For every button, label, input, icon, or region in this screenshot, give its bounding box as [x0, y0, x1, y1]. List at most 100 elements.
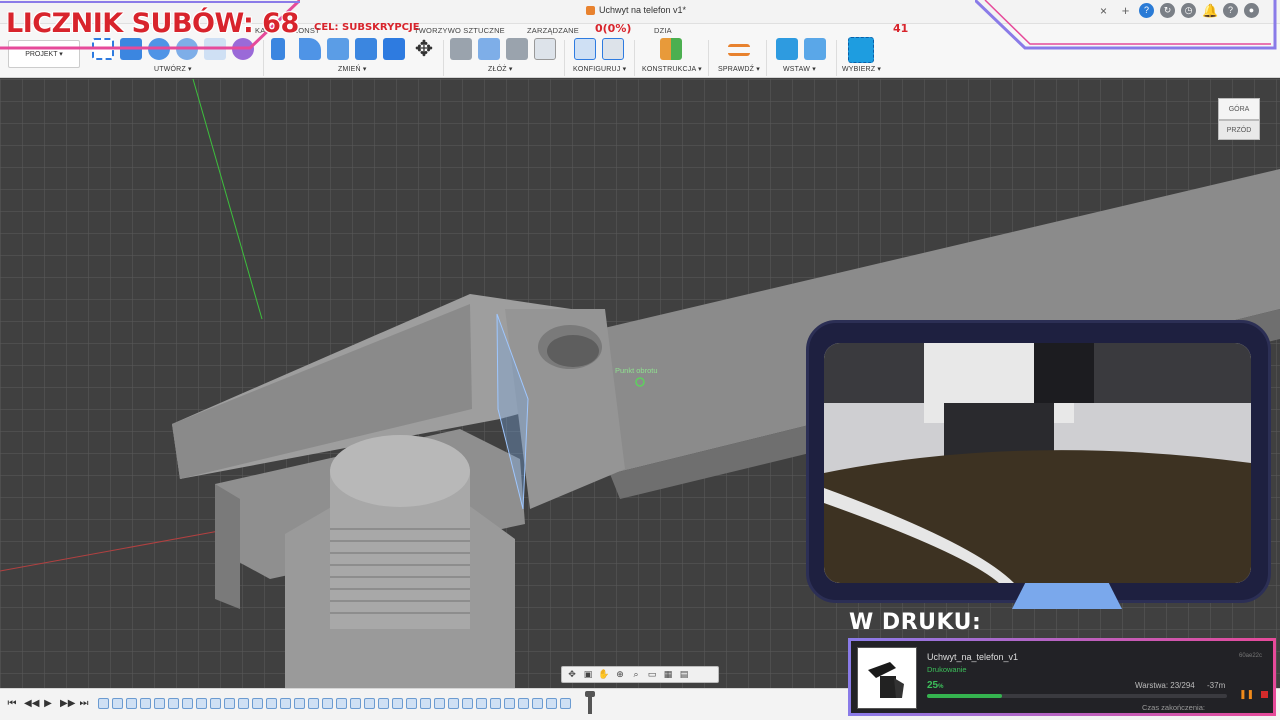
timeline-feature-icon[interactable] — [378, 698, 389, 709]
timeline-feature-icon[interactable] — [546, 698, 557, 709]
measure-icon[interactable] — [728, 44, 750, 56]
stop-print-button[interactable] — [1261, 691, 1268, 698]
timeline-feature-icon[interactable] — [406, 698, 417, 709]
timeline-feature-icon[interactable] — [168, 698, 179, 709]
divider — [766, 40, 767, 76]
timeline-feature-icon[interactable] — [196, 698, 207, 709]
timeline-feature-icon[interactable] — [294, 698, 305, 709]
timeline-feature-icon[interactable] — [266, 698, 277, 709]
timeline-feature-icon[interactable] — [336, 698, 347, 709]
print-remaining-time: -37m — [1207, 681, 1226, 690]
select-icon[interactable] — [848, 37, 874, 63]
display-settings-icon[interactable]: ▭ — [646, 669, 658, 680]
revolve-icon[interactable] — [148, 38, 170, 60]
timeline-feature-icon[interactable] — [224, 698, 235, 709]
timeline-feature-icon[interactable] — [532, 698, 543, 709]
view-cube-top[interactable]: GÓRA — [1218, 98, 1260, 120]
view-cube-front[interactable]: PRZÓD — [1218, 120, 1260, 140]
group-configure-label[interactable]: KONFIGURUJ ▾ — [573, 65, 626, 73]
timeline-feature-icon[interactable] — [322, 698, 333, 709]
timeline-feature-icon[interactable] — [420, 698, 431, 709]
top-right-frame — [975, 0, 1277, 50]
go-to-end-button[interactable]: ⏭ — [78, 698, 90, 709]
timeline-feature-icon[interactable] — [350, 698, 361, 709]
goal-label: CEL: SUBSKRYPCJE — [314, 22, 420, 33]
group-insert-label[interactable]: WSTAW ▾ — [783, 65, 816, 73]
timeline-feature-icon[interactable] — [490, 698, 501, 709]
timeline-feature-icon[interactable] — [154, 698, 165, 709]
project-button[interactable]: PROJEKT ▾ — [8, 40, 80, 68]
print-id: 60ae22c — [1239, 653, 1263, 659]
y-axis-line — [192, 79, 263, 320]
look-at-icon[interactable]: ▣ — [582, 669, 594, 680]
timeline-feature-icon[interactable] — [476, 698, 487, 709]
offset-plane-icon[interactable] — [660, 38, 682, 60]
pattern-icon[interactable] — [204, 38, 226, 60]
timeline-marker[interactable] — [585, 691, 595, 714]
joint-icon[interactable] — [450, 38, 472, 60]
print-percent: 25% — [927, 680, 943, 691]
timeline-feature-icon[interactable] — [434, 698, 445, 709]
timeline-feature-icon[interactable] — [364, 698, 375, 709]
shell-icon[interactable] — [327, 38, 349, 60]
group-modify-label[interactable]: ZMIEŃ ▾ — [338, 65, 367, 73]
create-sketch-icon[interactable] — [92, 38, 114, 60]
view-cube[interactable]: GÓRA PRZÓD — [1218, 98, 1260, 140]
timeline-feature-icon[interactable] — [504, 698, 515, 709]
timeline-feature-icon[interactable] — [98, 698, 109, 709]
tab-plastic[interactable]: TWORZYWO SZTUCZNE — [414, 26, 505, 35]
split-body-icon[interactable] — [383, 38, 405, 60]
print-heading: W DRUKU: — [849, 610, 982, 635]
pause-print-button[interactable]: ❚❚ — [1239, 689, 1254, 700]
timeline-feature-icon[interactable] — [140, 698, 151, 709]
timeline-feature-icon[interactable] — [182, 698, 193, 709]
pan-icon[interactable]: ✋ — [598, 669, 610, 680]
timeline-feature-icon[interactable] — [112, 698, 123, 709]
tab-utilities[interactable]: DZIA — [654, 26, 672, 35]
form-icon[interactable] — [232, 38, 254, 60]
play-button[interactable]: ▶ — [42, 698, 54, 709]
insert-derive-icon[interactable] — [776, 38, 798, 60]
bill-of-materials-icon[interactable] — [534, 38, 556, 60]
tab-manage[interactable]: ZARZĄDZANE — [527, 26, 579, 35]
zoom-window-icon[interactable]: ⌕ — [630, 669, 642, 680]
orbit-icon[interactable]: ✥ — [566, 669, 578, 680]
extrude-icon[interactable] — [120, 38, 142, 60]
as-built-joint-icon[interactable] — [506, 38, 528, 60]
timeline-feature-icon[interactable] — [280, 698, 291, 709]
group-select-label[interactable]: WYBIERZ ▾ — [842, 65, 881, 73]
timeline-feature-icon[interactable] — [518, 698, 529, 709]
press-pull-icon[interactable] — [271, 38, 285, 60]
timeline-feature-icon[interactable] — [252, 698, 263, 709]
timeline-feature-icon[interactable] — [238, 698, 249, 709]
configure-rules-icon[interactable] — [602, 38, 624, 60]
step-forward-button[interactable]: ▶▶ — [60, 698, 75, 709]
group-construct-label[interactable]: KONSTRUKCJA ▾ — [642, 65, 702, 73]
viewports-icon[interactable]: ▤ — [678, 669, 690, 680]
timeline-feature-icon[interactable] — [392, 698, 403, 709]
move-icon[interactable]: ✥ — [413, 38, 435, 60]
step-back-button[interactable]: ◀◀ — [24, 698, 39, 709]
grid-icon[interactable]: ▦ — [662, 669, 674, 680]
timeline-feature-icon[interactable] — [448, 698, 459, 709]
group-assemble-label[interactable]: ZŁÓŻ ▾ — [488, 65, 513, 73]
divider — [708, 40, 709, 76]
print-status-panel: Uchwyt_na_telefon_v1 Drukowanie 60ae22c … — [848, 638, 1276, 716]
new-component-icon[interactable] — [478, 38, 500, 60]
configure-table-icon[interactable] — [574, 38, 596, 60]
timeline-feature-icon[interactable] — [126, 698, 137, 709]
print-percent-unit: % — [938, 684, 944, 690]
timeline-feature-icon[interactable] — [462, 698, 473, 709]
timeline-feature-icon[interactable] — [560, 698, 571, 709]
go-to-start-button[interactable]: ⏮ — [6, 698, 18, 709]
timeline-feature-icon[interactable] — [210, 698, 221, 709]
zoom-icon[interactable]: ⊕ — [614, 669, 626, 680]
combine-icon[interactable] — [355, 38, 377, 60]
fillet-icon[interactable] — [299, 38, 321, 60]
group-create-label[interactable]: UTWÓRZ ▾ — [154, 65, 192, 73]
timeline-feature-icon[interactable] — [308, 698, 319, 709]
insert-canvas-icon[interactable] — [804, 38, 826, 60]
hole-icon[interactable] — [176, 38, 198, 60]
group-inspect-label[interactable]: SPRAWDŹ ▾ — [718, 65, 760, 73]
goal-target: 41 — [893, 22, 909, 35]
